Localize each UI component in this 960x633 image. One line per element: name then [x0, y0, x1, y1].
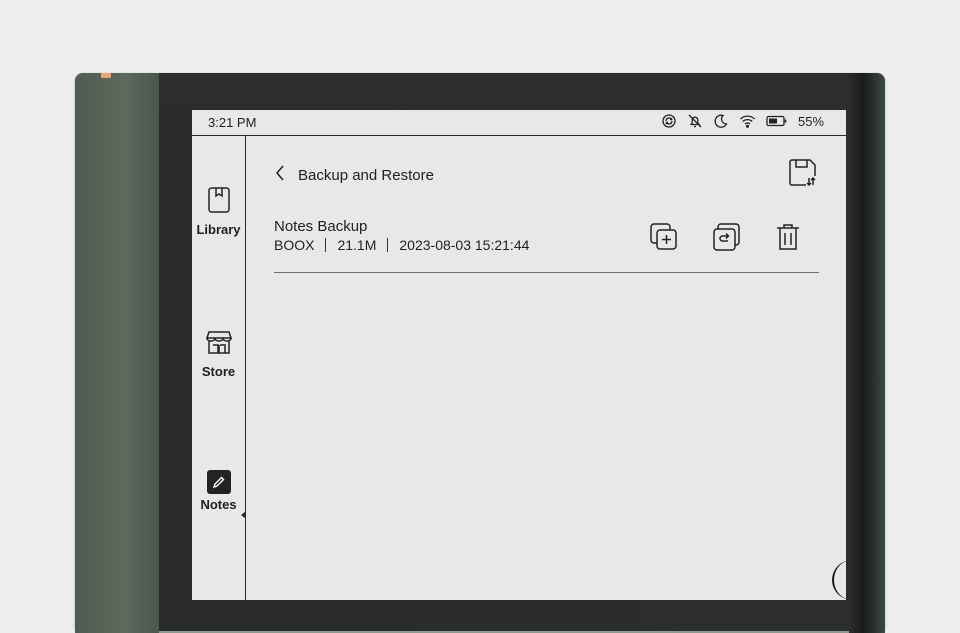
sidebar: Library Store Notes	[192, 136, 246, 600]
divider	[387, 238, 389, 252]
page-title: Backup and Restore	[298, 167, 434, 184]
moon-icon[interactable]	[713, 113, 729, 129]
device-grip	[75, 73, 159, 633]
save-restore-icon	[788, 159, 818, 192]
restore-button[interactable]	[712, 222, 742, 257]
bell-off-icon[interactable]	[687, 113, 703, 129]
status-time: 3:21 PM	[208, 115, 257, 130]
book-icon	[207, 186, 231, 219]
main-content: Backup and Restore Notes Backup BOOX 21.…	[246, 136, 846, 600]
battery-percent: 55%	[797, 113, 824, 129]
store-icon	[205, 328, 233, 361]
device-bezel	[159, 73, 849, 108]
delete-button[interactable]	[775, 222, 801, 257]
sidebar-item-label: Library	[196, 222, 241, 237]
battery-icon	[766, 115, 788, 127]
save-restore-button[interactable]	[788, 158, 818, 193]
backup-date: 2023-08-03 15:21:44	[399, 237, 530, 253]
backup-source: BOOX	[274, 237, 315, 253]
backup-list-item[interactable]: Notes Backup BOOX 21.1M 2023-08-03 15:21…	[274, 218, 819, 273]
led-indicator	[101, 73, 111, 78]
sidebar-item-notes[interactable]: Notes	[192, 470, 245, 512]
wifi-icon[interactable]	[739, 113, 756, 129]
status-bar: 3:21 PM 55%	[192, 110, 846, 136]
sync-icon[interactable]	[661, 113, 677, 129]
sidebar-item-label: Store	[201, 364, 236, 379]
copy-add-icon	[649, 223, 679, 256]
pen-icon	[206, 470, 231, 494]
device-edge	[849, 73, 885, 633]
backup-actions	[649, 222, 801, 257]
page-header: Backup and Restore	[274, 164, 434, 187]
divider	[325, 238, 327, 252]
trash-icon	[775, 224, 801, 256]
copy-add-button[interactable]	[649, 222, 679, 257]
sidebar-item-library[interactable]: Library	[192, 186, 245, 237]
backup-size: 21.1M	[337, 237, 377, 253]
chevron-left-icon[interactable]	[274, 164, 286, 187]
restore-icon	[712, 223, 742, 256]
sidebar-item-store[interactable]: Store	[192, 328, 245, 379]
sidebar-item-label: Notes	[200, 497, 237, 512]
e-reader-screen: 3:21 PM 55% Library Store Notes Backup a…	[192, 110, 846, 600]
status-icons: 55%	[661, 113, 824, 129]
